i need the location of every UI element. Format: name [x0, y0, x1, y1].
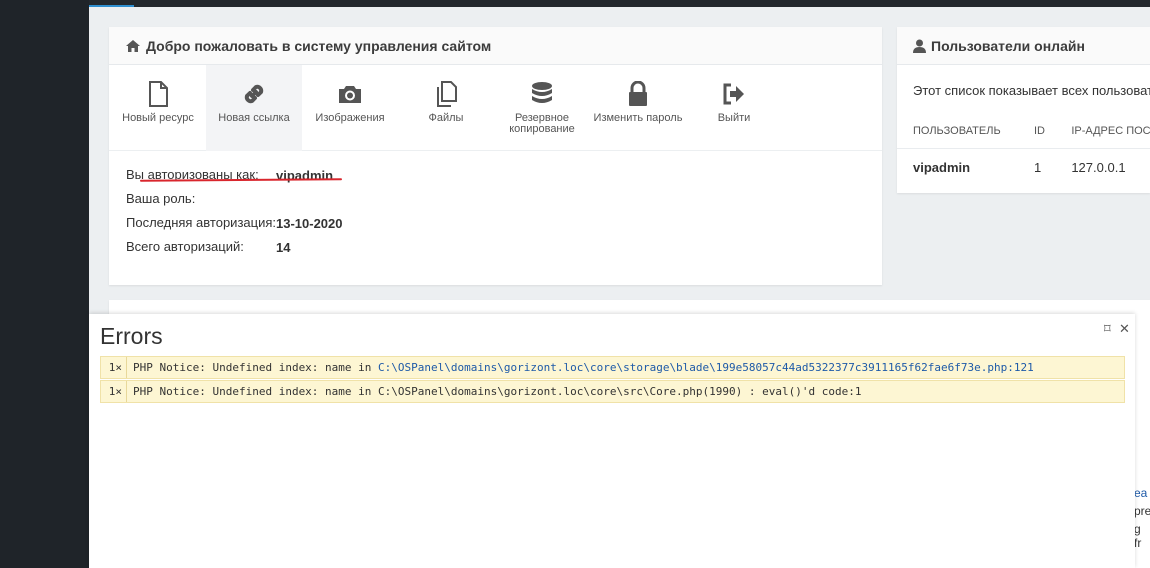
welcome-panel: Добро пожаловать в систему управления са…: [109, 27, 882, 285]
error-text: PHP Notice: Undefined index: name in: [133, 361, 379, 374]
link-icon: [244, 84, 264, 104]
info-row-last-login: Последняя авторизация: 13-10-2020: [126, 213, 882, 233]
change-password-button[interactable]: Изменить пароль: [590, 65, 686, 151]
sidebar: [0, 0, 89, 568]
column-header-user: ПОЛЬЗОВАТЕЛЬ: [913, 125, 1001, 137]
online-users-title: Пользователи онлайн: [931, 37, 1085, 54]
cell-id: 1: [1033, 159, 1042, 175]
top-bar-active-indicator: [89, 5, 134, 7]
change-password-label: Изменить пароль: [593, 112, 683, 124]
new-resource-label: Новый ресурс: [122, 112, 194, 124]
info-label: Ваша роль:: [126, 191, 196, 206]
lock-icon: [629, 81, 647, 106]
peek-text: pre: [1134, 504, 1150, 518]
online-users-table: ПОЛЬЗОВАТЕЛЬ ID IP-АДРЕС ПОС vipadmin 1 …: [897, 125, 1150, 185]
top-bar: [89, 0, 1150, 7]
welcome-panel-header: Добро пожаловать в систему управления са…: [109, 27, 882, 65]
session-info: Вы авторизованы как: vipadmin Ваша роль:…: [109, 151, 882, 257]
error-message: PHP Notice: Undefined index: name in C:\…: [127, 385, 861, 398]
info-label: Последняя авторизация:: [126, 215, 276, 230]
shortcut-bar: Новый ресурс Новая ссылка Изображения Фа…: [109, 65, 882, 151]
errors-overlay: Errors ⌑ ✕ 1× PHP Notice: Undefined inde…: [89, 314, 1135, 568]
new-link-button[interactable]: Новая ссылка: [206, 65, 302, 151]
backup-label: Резервное копирование: [509, 112, 575, 135]
error-line: :121: [1007, 361, 1034, 374]
error-file-link[interactable]: C:\OSPanel\domains\gorizont.loc\core\sto…: [378, 361, 1007, 374]
error-count: 1×: [101, 357, 127, 378]
table-header: ПОЛЬЗОВАТЕЛЬ ID IP-АДРЕС ПОС: [897, 125, 1150, 149]
logout-button[interactable]: Выйти: [686, 65, 782, 151]
sign-out-icon: [723, 83, 744, 105]
error-text: PHP Notice: Undefined index: name in C:\…: [133, 385, 862, 398]
info-value: 13-10-2020: [276, 215, 343, 231]
new-resource-button[interactable]: Новый ресурс: [110, 65, 206, 151]
cell-ip: 127.0.0.1: [1071, 159, 1126, 175]
online-users-description: Этот список показывает всех пользовате: [913, 83, 1150, 98]
cell-user: vipadmin: [913, 159, 971, 175]
error-row: 1× PHP Notice: Undefined index: name in …: [100, 380, 1125, 403]
logout-label: Выйти: [717, 112, 751, 124]
online-users-header: Пользователи онлайн: [897, 27, 1150, 65]
camera-icon: [339, 86, 361, 103]
error-list: 1× PHP Notice: Undefined index: name in …: [100, 356, 1125, 404]
home-icon: [126, 39, 140, 52]
error-message: PHP Notice: Undefined index: name in C:\…: [127, 361, 1034, 374]
close-icon[interactable]: ✕: [1119, 321, 1130, 337]
files-label: Файлы: [428, 112, 464, 124]
database-icon: [532, 82, 552, 103]
online-users-panel: Пользователи онлайн Этот список показыва…: [897, 27, 1150, 193]
maximize-icon[interactable]: ⌑: [1104, 321, 1111, 337]
files-icon: [437, 81, 457, 107]
new-link-label: Новая ссылка: [218, 112, 290, 124]
column-header-ip: IP-АДРЕС ПОС: [1071, 125, 1150, 137]
images-button[interactable]: Изображения: [302, 65, 398, 151]
user-icon: [913, 39, 926, 53]
backup-button[interactable]: Резервное копирование: [494, 65, 590, 151]
column-header-id: ID: [1033, 125, 1045, 137]
welcome-panel-title: Добро пожаловать в систему управления са…: [146, 37, 492, 54]
peek-link-text[interactable]: ea: [1134, 486, 1147, 500]
table-row: vipadmin 1 127.0.0.1: [897, 149, 1150, 185]
info-row-total-logins: Всего авторизаций: 14: [126, 237, 882, 257]
info-row-user: Вы авторизованы как: vipadmin: [126, 165, 882, 185]
error-count: 1×: [101, 381, 127, 402]
files-button[interactable]: Файлы: [398, 65, 494, 151]
info-label: Всего авторизаций:: [126, 239, 244, 254]
error-row: 1× PHP Notice: Undefined index: name in …: [100, 356, 1125, 379]
errors-title: Errors: [100, 323, 163, 349]
info-value: 14: [276, 239, 291, 255]
info-row-role: Ваша роль:: [126, 189, 882, 209]
file-icon: [149, 81, 168, 107]
images-label: Изображения: [315, 112, 385, 124]
peek-text: g fr: [1134, 522, 1142, 550]
info-label: Вы авторизованы как:: [126, 167, 259, 182]
